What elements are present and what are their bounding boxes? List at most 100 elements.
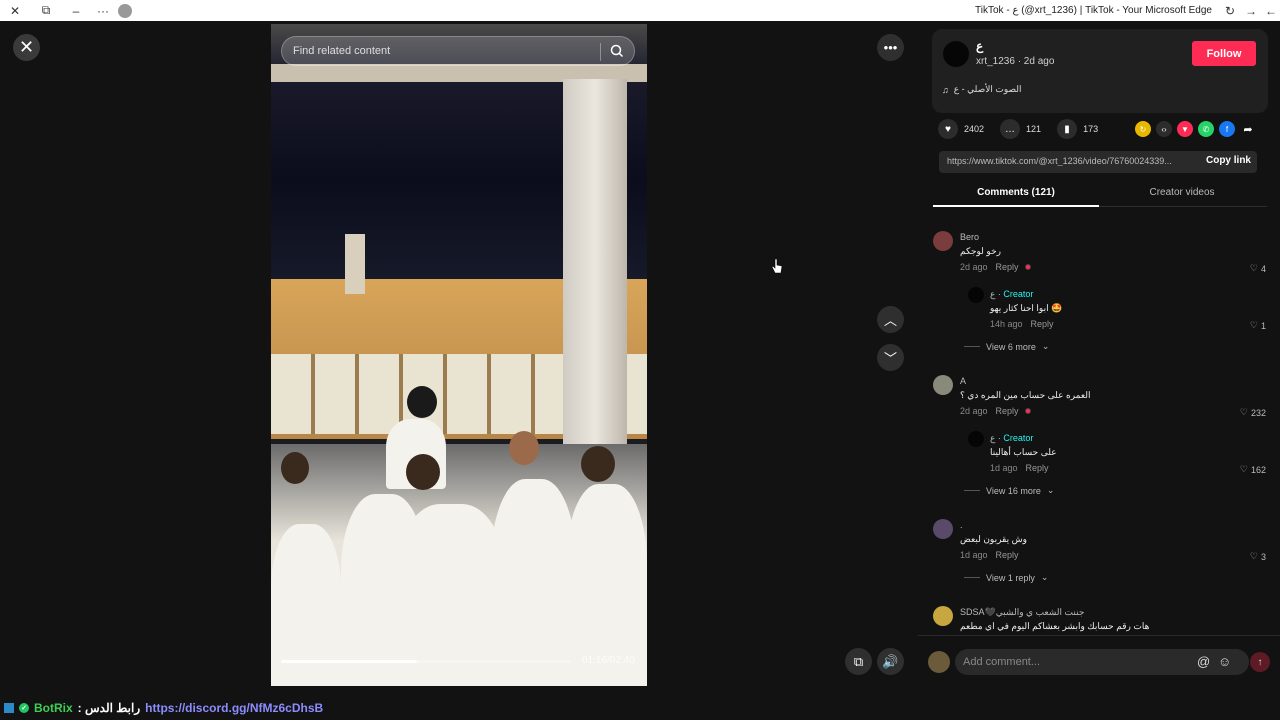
reply-like-count: 162 — [1250, 464, 1266, 475]
reply-button[interactable]: Reply — [1031, 319, 1054, 329]
video-figure-head — [581, 446, 615, 482]
reply-button[interactable]: Reply — [996, 262, 1019, 272]
like-action[interactable]: ♥ 2402 — [938, 119, 984, 139]
comment-time: 2d ago — [960, 406, 988, 416]
whatsapp-icon[interactable]: ✆ — [1198, 121, 1214, 137]
related-search-input[interactable]: Find related content — [281, 36, 635, 66]
minimize-window-icon[interactable]: – — [67, 2, 85, 19]
comment-like[interactable]: ♡ 4 — [1250, 263, 1266, 274]
music-note-icon: ♫ — [942, 84, 949, 95]
reply-time: 14h ago — [990, 319, 1023, 329]
discord-link[interactable]: https://discord.gg/NfMz6cDhsB — [145, 701, 323, 715]
profile-avatar[interactable] — [116, 2, 134, 19]
video-figure-head — [509, 431, 539, 465]
copy-link-button[interactable]: Copy link — [1206, 155, 1251, 166]
commenter-avatar[interactable] — [933, 606, 953, 626]
reply-text: ابوا احنا كثار يهو 🤩 — [990, 303, 1063, 313]
reply-button[interactable]: Reply — [996, 550, 1019, 560]
view-more-replies[interactable]: View 6 more ⌄ — [964, 341, 1049, 352]
music-link[interactable]: ♫ الصوت الأصلي - ع — [942, 84, 1022, 95]
comment-meta: 2d ago Reply — [960, 262, 1031, 272]
volume-button[interactable]: 🔊 — [877, 648, 904, 675]
comment-action[interactable]: … 121 — [1000, 119, 1041, 139]
commenter-avatar[interactable] — [933, 375, 953, 395]
video-link-field[interactable]: https://www.tiktok.com/@xrt_1236/video/7… — [939, 151, 1257, 173]
bot-logo-icon — [4, 703, 14, 713]
reply-time: 1d ago — [990, 463, 1018, 473]
reply-button[interactable]: Reply — [1026, 463, 1049, 473]
reply-like[interactable]: ♡ 162 — [1240, 464, 1266, 475]
reply-author[interactable]: ع · Creator — [990, 433, 1033, 444]
close-window-icon[interactable]: ✕ — [6, 2, 24, 19]
emoji-icon[interactable]: ☺ — [1218, 654, 1231, 669]
arrow-up-icon: ↑ — [1257, 656, 1263, 668]
comment-like[interactable]: ♡ 232 — [1240, 407, 1266, 418]
heart-outline-icon: ♡ — [1239, 407, 1248, 417]
commenter-avatar[interactable] — [933, 519, 953, 539]
search-icon[interactable] — [609, 43, 625, 59]
facebook-icon[interactable]: f — [1219, 121, 1235, 137]
author-handle[interactable]: xrt_1236 · 2d ago — [976, 56, 1054, 67]
commenter-name[interactable]: Bero — [960, 232, 979, 242]
mention-icon[interactable]: @ — [1197, 654, 1210, 669]
floating-player-button[interactable]: ⧉ — [845, 648, 872, 675]
details-panel: ع xrt_1236 · 2d ago Follow ♫ الصوت الأصل… — [918, 21, 1280, 686]
comment-composer: @ ☺ ↑ — [918, 635, 1280, 686]
reply-author[interactable]: ع · Creator — [990, 289, 1033, 300]
share-buttons: ↻ ‹› ▼ ✆ f ➦ — [1135, 121, 1256, 137]
comment-meta: 1d ago Reply — [960, 550, 1019, 560]
divider-line — [964, 346, 980, 347]
repost-icon[interactable]: ↻ — [1135, 121, 1151, 137]
commenter-name[interactable]: . — [960, 520, 963, 530]
chevron-down-icon: ⌄ — [1040, 572, 1049, 582]
comment-like[interactable]: ♡ 3 — [1250, 551, 1266, 562]
reply-avatar[interactable] — [968, 287, 984, 303]
restore-window-icon[interactable]: ⧉ — [37, 2, 55, 19]
reply-like[interactable]: ♡ 1 — [1250, 320, 1266, 331]
chevron-down-icon: ﹀ — [883, 351, 897, 366]
share-arrow-icon[interactable]: ➦ — [1240, 121, 1256, 137]
creator-liked-icon — [1024, 264, 1031, 270]
more-options-icon[interactable]: ··· — [94, 2, 112, 19]
tab-creator-videos[interactable]: Creator videos — [1099, 187, 1265, 198]
save-action[interactable]: ▮ 173 — [1057, 119, 1098, 139]
view-more-label: View 16 more — [986, 485, 1041, 496]
chevron-up-icon: ︿ — [883, 313, 897, 328]
reply-meta: 14h ago Reply — [990, 319, 1054, 329]
video-figure-head — [406, 454, 440, 490]
follow-button[interactable]: Follow — [1192, 41, 1256, 66]
commenter-name[interactable]: A — [960, 376, 966, 386]
bot-label: : رابط الدس — [77, 701, 141, 715]
bot-name: BotRix — [34, 701, 73, 715]
commenter-avatar[interactable] — [933, 231, 953, 251]
post-comment-button[interactable]: ↑ — [1250, 652, 1270, 672]
previous-video-button[interactable]: ︿ — [877, 306, 904, 333]
video-progress-bar[interactable] — [281, 660, 571, 663]
tab-comments[interactable]: Comments (121) — [933, 187, 1099, 198]
reply-author-name: ع · — [990, 433, 1004, 443]
reply-button[interactable]: Reply — [996, 406, 1019, 416]
refresh-icon[interactable]: ↻ — [1221, 2, 1239, 19]
forward-icon[interactable]: → — [1242, 2, 1260, 19]
comment-text: هات رقم حسابك وابشر بعشاكم اليوم في اي م… — [960, 621, 1150, 631]
embed-icon[interactable]: ‹› — [1156, 121, 1172, 137]
author-avatar[interactable] — [943, 41, 969, 67]
close-button[interactable]: ✕ — [13, 34, 40, 61]
creator-tag: Creator — [1003, 433, 1034, 443]
next-video-button[interactable]: ﹀ — [877, 344, 904, 371]
comment-like-count: 3 — [1260, 551, 1266, 562]
creator-tag: Creator — [1003, 289, 1034, 299]
author-name[interactable]: ع — [976, 39, 983, 53]
like-count: 2402 — [964, 124, 985, 134]
comment-text: رخو لوجكم — [960, 246, 1001, 256]
action-bar: ♥ 2402 … 121 ▮ 173 — [938, 119, 1114, 139]
video-player[interactable]: Find related content 01:16/02:40 — [271, 24, 647, 686]
view-more-replies[interactable]: View 1 reply ⌄ — [964, 572, 1048, 583]
more-button[interactable]: ••• — [877, 34, 904, 61]
heart-outline-icon: ♡ — [1249, 320, 1258, 330]
reply-avatar[interactable] — [968, 431, 984, 447]
view-more-replies[interactable]: View 16 more ⌄ — [964, 485, 1054, 496]
back-icon[interactable]: ← — [1262, 2, 1280, 19]
send-to-friends-icon[interactable]: ▼ — [1177, 121, 1193, 137]
commenter-name[interactable]: SDSA🖤جننت الشعب ي والشبي — [960, 607, 1084, 618]
